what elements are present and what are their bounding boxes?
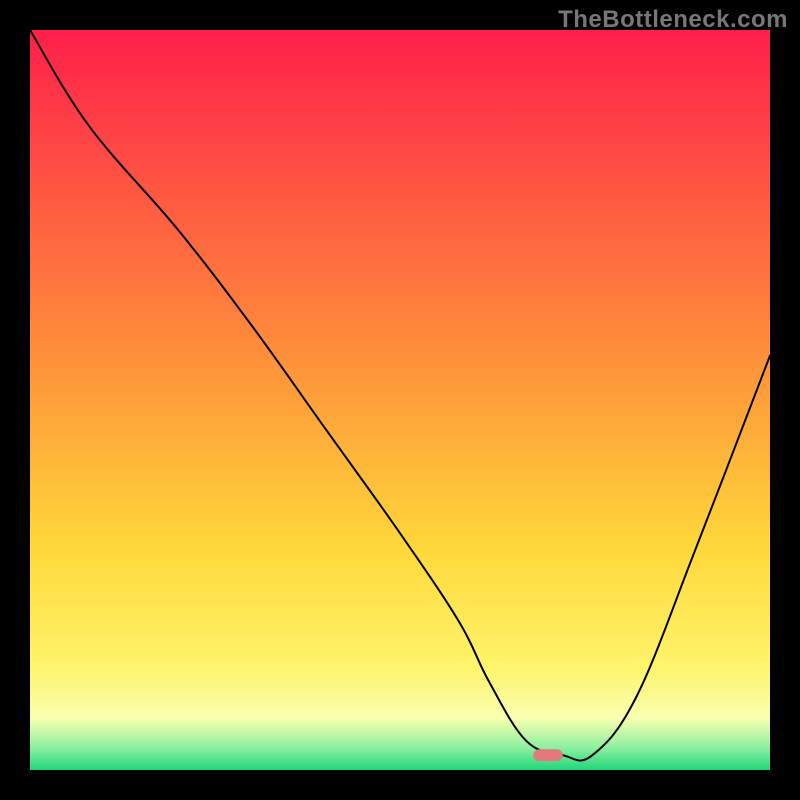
watermark-text: TheBottleneck.com bbox=[558, 6, 788, 34]
chart-canvas bbox=[0, 0, 800, 800]
optimal-point-marker bbox=[533, 749, 563, 761]
bottleneck-chart: TheBottleneck.com bbox=[0, 0, 800, 800]
chart-plot-area bbox=[30, 30, 770, 770]
